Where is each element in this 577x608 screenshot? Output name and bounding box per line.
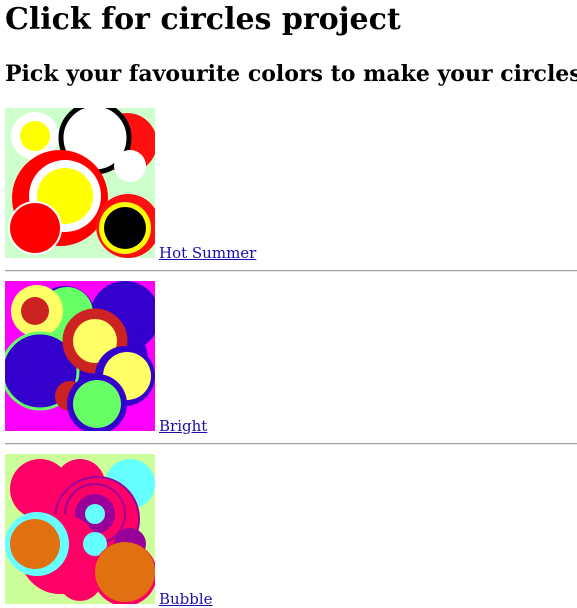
project-bright: Bright bbox=[5, 281, 577, 435]
page-subtitle: Pick your favourite colors to make your … bbox=[5, 61, 577, 87]
project-link-bright[interactable]: Bright bbox=[159, 417, 207, 435]
project-link-hot-summer[interactable]: Hot Summer bbox=[159, 244, 256, 262]
bubble-thumbnail[interactable] bbox=[5, 454, 155, 604]
project-link-bubble[interactable]: Bubble bbox=[159, 590, 213, 608]
divider bbox=[5, 270, 577, 272]
hot-summer-thumbnail[interactable] bbox=[5, 108, 155, 258]
bright-thumbnail[interactable] bbox=[5, 281, 155, 431]
page-title: Click for circles project bbox=[5, 2, 401, 37]
project-hot-summer: Hot Summer bbox=[5, 108, 577, 262]
project-bubble: Bubble bbox=[5, 454, 577, 608]
divider bbox=[5, 443, 577, 445]
